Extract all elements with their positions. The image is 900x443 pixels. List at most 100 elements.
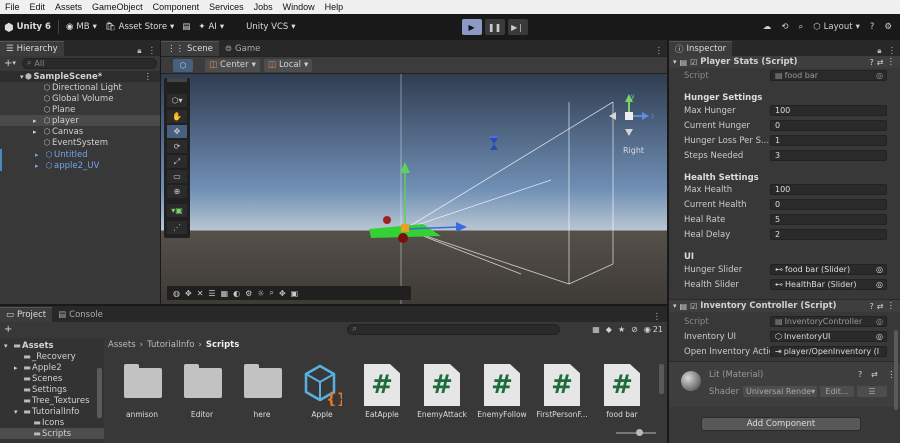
tree-scrollbar[interactable]	[97, 368, 102, 418]
tab-console[interactable]: ▤ Console	[52, 307, 109, 322]
assets-scrollbar[interactable]	[659, 364, 664, 394]
asset-item[interactable]: {} Apple	[292, 362, 352, 424]
help-icon[interactable]: ?	[870, 58, 874, 67]
kebab-icon[interactable]: ⋮	[148, 46, 157, 56]
menu-assets[interactable]: Assets	[50, 2, 87, 12]
target-icon[interactable]: ◎	[876, 71, 883, 80]
breadcrumb-item[interactable]: Assets	[108, 340, 136, 350]
tree-item-selected[interactable]: ▬ Scripts	[0, 428, 104, 439]
view-tool-toggle[interactable]: ⬡	[173, 58, 193, 72]
cloud-icon[interactable]: ☁	[763, 22, 772, 32]
lighting-icon[interactable]: ⚙	[245, 289, 252, 298]
tab-hierarchy[interactable]: ☰ Hierarchy	[0, 41, 64, 56]
tree-item-assets[interactable]: ▾ ▬ Assets	[0, 340, 104, 351]
unity-logo[interactable]: ⬢ Unity 6	[0, 17, 55, 37]
hand-tool-icon[interactable]: ✋	[167, 110, 187, 123]
play-button[interactable]: ▶	[461, 19, 482, 35]
zoom-icon[interactable]: ⌕	[269, 288, 273, 298]
grid-snap-icon[interactable]: ◍	[173, 289, 180, 298]
target-icon[interactable]: ◎	[876, 265, 883, 274]
spline-tool-icon[interactable]: ⋰	[167, 221, 187, 234]
tree-item[interactable]: ▬ Tree_Textures	[0, 395, 104, 406]
hierarchy-item[interactable]: ⬡ EventSystem	[0, 137, 160, 148]
max-health-field[interactable]: 100	[770, 184, 887, 195]
help-icon[interactable]: ?	[870, 22, 875, 32]
menu-file[interactable]: File	[0, 2, 25, 12]
transform-tool-icon[interactable]: ⊕	[167, 185, 187, 198]
asset-item[interactable]: anmison	[112, 362, 172, 424]
lock-icon[interactable]: 🔒︎	[877, 46, 881, 56]
menu-services[interactable]: Services	[204, 2, 249, 12]
pause-button[interactable]: ❚❚	[484, 19, 505, 35]
kebab-icon[interactable]: ⋮	[144, 72, 153, 82]
lock-icon[interactable]: 🔒︎	[137, 46, 141, 56]
hierarchy-item[interactable]: ▸ ⬡ Untitled	[0, 149, 160, 160]
hierarchy-item[interactable]: ▸ ⬡ Canvas	[0, 126, 160, 137]
kebab-icon[interactable]: ⋮	[887, 301, 896, 311]
menu-window[interactable]: Window	[278, 2, 320, 12]
custom-tool-icon[interactable]: ▾▣	[167, 204, 187, 217]
move-tool-icon[interactable]: ✥	[167, 125, 187, 138]
inventory-controller-header[interactable]: ▾ ▤ ☑ Inventory Controller (Script) ? ⇄ …	[669, 299, 900, 312]
heal-rate-field[interactable]: 5	[770, 214, 887, 225]
tree-item[interactable]: ▾ ▬ TutorialInfo	[0, 406, 104, 417]
layout-dropdown[interactable]: ⬡ Layout ▾	[813, 22, 860, 32]
asset-item[interactable]: here	[232, 362, 292, 424]
align-icon[interactable]: ☰	[208, 289, 215, 298]
open-inventory-field[interactable]: ⇥ player/OpenInventory (I	[770, 346, 887, 357]
grid-icon[interactable]: ▦	[221, 289, 229, 298]
asset-item[interactable]: Editor	[172, 362, 232, 424]
breadcrumb-item[interactable]: TutorialInfo	[147, 340, 194, 350]
axis-icon[interactable]: ✥	[185, 289, 192, 298]
hierarchy-search-input[interactable]: ⌕ All	[21, 57, 157, 69]
steps-needed-field[interactable]: 3	[770, 150, 887, 161]
asset-item[interactable]: # food bar	[592, 362, 652, 424]
add-icon[interactable]: +	[4, 58, 12, 69]
tab-game[interactable]: ⊜ Game	[218, 41, 267, 56]
menu-gameobject[interactable]: GameObject	[87, 2, 148, 12]
rotate-tool-icon[interactable]: ⟳	[167, 140, 187, 153]
menu-component[interactable]: Component	[148, 2, 205, 12]
favorite-icon[interactable]: ★	[618, 325, 625, 334]
tree-item[interactable]: ▬ Scenes	[0, 373, 104, 384]
health-slider-field[interactable]: ⊷ HealthBar (Slider) ◎	[770, 279, 887, 290]
heal-delay-field[interactable]: 2	[770, 229, 887, 240]
add-icon[interactable]: +	[4, 324, 12, 335]
pan-icon[interactable]: ✥	[279, 289, 286, 298]
space-dropdown[interactable]: ◫ Local ▾	[263, 58, 313, 72]
tools-header[interactable]	[167, 78, 187, 82]
asset-item[interactable]: # EnemyAttack	[412, 362, 472, 424]
search-icon[interactable]: ⌕	[798, 22, 803, 32]
enabled-checkbox[interactable]: ☑	[690, 302, 697, 311]
tree-item[interactable]: ▸ ▬ Apple2	[0, 362, 104, 373]
target-icon[interactable]: ◎	[876, 317, 883, 326]
enabled-checkbox[interactable]: ☑	[690, 58, 697, 67]
tab-project[interactable]: ▭ Project	[0, 307, 53, 322]
menu-help[interactable]: Help	[320, 2, 349, 12]
scene-gizmo[interactable]: z y Right	[599, 92, 659, 155]
package-button[interactable]: ▤	[178, 17, 194, 37]
shading-icon[interactable]: ◐	[233, 289, 240, 298]
scene-viewport[interactable]: z y Right	[161, 74, 667, 304]
settings-icon[interactable]: ⚙	[884, 22, 892, 32]
breadcrumb-current[interactable]: Scripts	[206, 340, 239, 350]
visibility-icon[interactable]: ⊘	[631, 325, 638, 334]
kebab-icon[interactable]: ⋮	[653, 312, 662, 322]
menu-edit[interactable]: Edit	[25, 2, 51, 12]
help-icon[interactable]: ?	[870, 302, 874, 311]
hunger-slider-field[interactable]: ⊷ food bar (Slider) ◎	[770, 264, 887, 275]
camera-icon[interactable]: ▣	[291, 289, 299, 298]
kebab-icon[interactable]: ⋮	[887, 57, 896, 67]
shader-menu-button[interactable]: ☰	[857, 386, 887, 397]
view-options-icon[interactable]: ⬡▾	[167, 94, 187, 107]
tab-inspector[interactable]: ⓘ Inspector	[669, 41, 733, 56]
snap-icon[interactable]: ✕	[197, 289, 204, 298]
hunger-loss-field[interactable]: 1	[770, 135, 887, 146]
hierarchy-item[interactable]: ⬡ Plane	[0, 104, 160, 115]
scale-tool-icon[interactable]: ⤢	[167, 155, 187, 168]
rect-tool-icon[interactable]: ▭	[167, 170, 187, 183]
filter-type-icon[interactable]: ▦	[592, 325, 600, 334]
asset-item[interactable]: # EnemyFollow	[472, 362, 532, 424]
effects-icon[interactable]: ☼	[257, 289, 264, 298]
filter-label-icon[interactable]: ◆	[606, 325, 612, 334]
